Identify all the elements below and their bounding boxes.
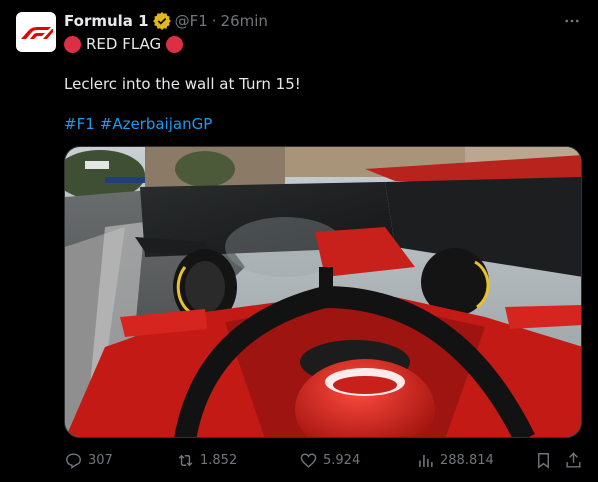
like-icon — [300, 452, 317, 468]
repost-icon — [178, 454, 193, 466]
bookmark-icon — [538, 452, 549, 469]
repost-count: 1.852 — [200, 452, 238, 468]
reply-count: 307 — [88, 452, 113, 468]
hashtag-azerbaijangp[interactable]: #AzerbaijanGP — [100, 114, 213, 134]
reply-button[interactable]: 307 — [64, 450, 113, 470]
f1-logo-icon — [21, 27, 53, 39]
hashtag-f1[interactable]: #F1 — [64, 114, 95, 134]
repost-button[interactable]: 1.852 — [176, 450, 237, 470]
red-flag-text: RED FLAG — [86, 35, 162, 53]
views-button[interactable]: 288.814 — [416, 450, 494, 470]
share-icon — [566, 451, 581, 468]
reply-icon — [66, 452, 81, 469]
author-handle[interactable]: @F1 — [175, 12, 208, 30]
post-time[interactable]: 26min — [221, 12, 268, 30]
post-media-image[interactable] — [64, 146, 582, 438]
post-actions-bar: 307 1.852 5.924 288.814 — [64, 450, 582, 470]
like-button[interactable]: 5.924 — [299, 450, 360, 470]
like-count: 5.924 — [323, 452, 361, 468]
bookmark-button[interactable] — [534, 450, 553, 470]
views-count: 288.814 — [440, 452, 494, 468]
red-circle-icon — [64, 35, 81, 53]
post-text-line1: RED FLAG — [64, 34, 184, 54]
separator-dot: · — [211, 12, 217, 30]
red-circle-icon — [166, 35, 184, 53]
share-button[interactable] — [564, 450, 583, 470]
verified-badge-icon — [152, 12, 171, 30]
post-text-line2: Leclerc into the wall at Turn 15! — [64, 75, 301, 93]
avatar[interactable] — [16, 12, 56, 52]
author-name[interactable]: Formula 1 — [64, 12, 149, 30]
more-icon[interactable] — [562, 11, 582, 31]
onboard-crash-photo — [65, 147, 581, 437]
post-header: Formula 1 @F1 · 26min — [64, 11, 582, 31]
views-icon — [419, 454, 433, 467]
hashtag-line: #F1 #AzerbaijanGP — [64, 114, 212, 134]
